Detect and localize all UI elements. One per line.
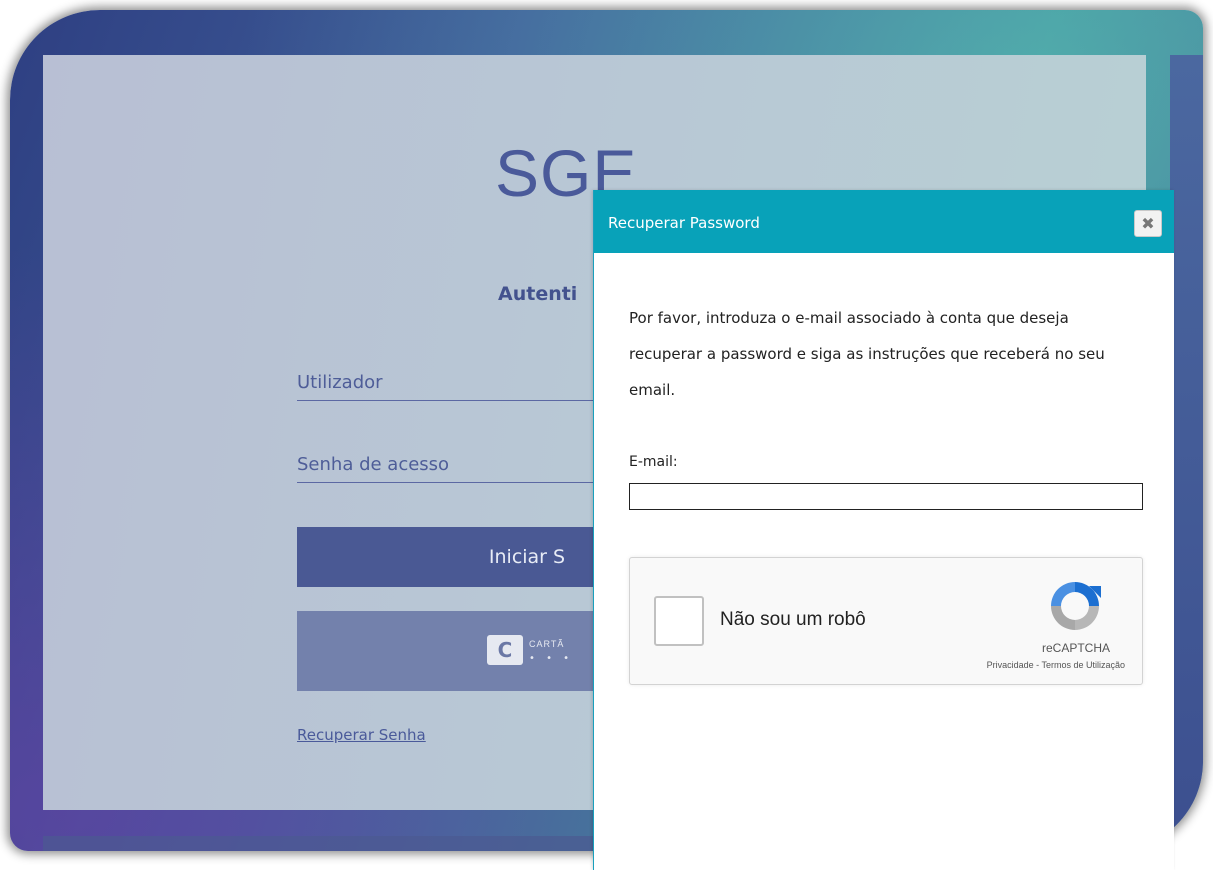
recaptcha-brand: reCAPTCHA: [1041, 641, 1110, 655]
citizen-card-dots: • • •: [529, 653, 574, 664]
recover-password-link[interactable]: Recuperar Senha: [297, 726, 426, 744]
citizen-card-button[interactable]: C CARTÃ • • •: [297, 611, 597, 691]
recaptcha-logo-icon: [1051, 582, 1101, 630]
recover-password-dialog: Recuperar Password ✖ Por favor, introduz…: [593, 190, 1174, 870]
login-subtitle: Autenti: [498, 283, 578, 305]
dialog-instructions: Por favor, introduza o e-mail associado …: [629, 309, 1105, 399]
login-button-label: Iniciar S: [488, 546, 566, 568]
close-icon[interactable]: ✖: [1134, 210, 1162, 237]
recaptcha-label: Não sou um robô: [720, 609, 866, 630]
username-field[interactable]: [297, 364, 597, 401]
recaptcha-widget: Não sou um robô reCAPTCHA Privacidade - …: [629, 557, 1143, 685]
right-strip: [1170, 55, 1203, 851]
citizen-card-label: CARTÃ: [529, 639, 565, 649]
login-button[interactable]: Iniciar S: [297, 527, 597, 587]
citizen-card-icon: C: [487, 635, 523, 665]
recaptcha-checkbox[interactable]: [654, 596, 704, 646]
dialog-title: Recuperar Password: [608, 214, 760, 232]
password-input[interactable]: [297, 446, 597, 482]
recaptcha-privacy-links[interactable]: Privacidade - Termos de Utilização: [910, 660, 1125, 670]
email-field[interactable]: [629, 483, 1143, 510]
password-field[interactable]: [297, 446, 597, 483]
email-label: E-mail:: [629, 454, 678, 470]
dialog-header: Recuperar Password ✖: [594, 190, 1174, 253]
username-input[interactable]: [297, 364, 597, 400]
